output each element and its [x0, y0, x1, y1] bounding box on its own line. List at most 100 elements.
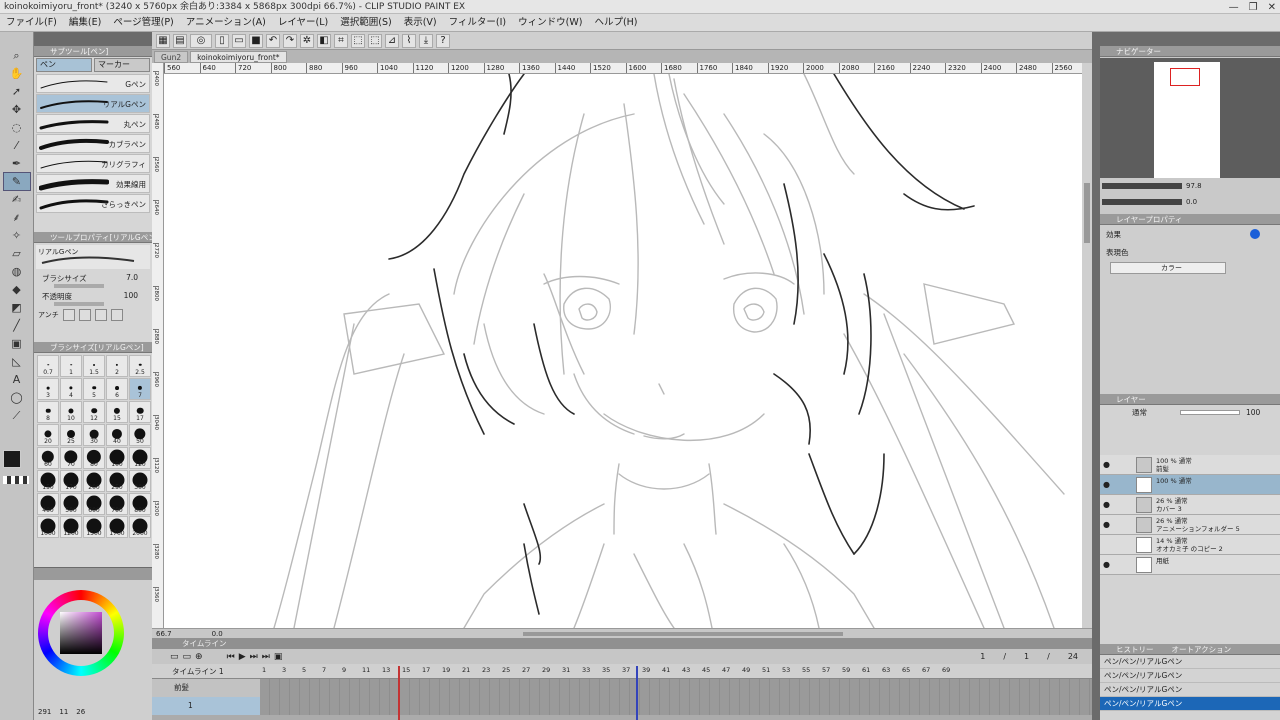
brush-size-cell[interactable]: 200 [83, 470, 105, 492]
brush-size-cell[interactable]: 600 [83, 493, 105, 515]
layer-row[interactable]: ● 100 % 通常 [1100, 475, 1280, 495]
brush-size-cell[interactable]: 2000 [129, 516, 151, 538]
zoom-timeline-icon[interactable]: ⊕ [195, 652, 203, 662]
hand-tool-icon[interactable]: ✋ [4, 65, 30, 82]
history-tab[interactable]: ヒストリー [1116, 644, 1154, 654]
brush-item[interactable]: カブラペン [36, 134, 150, 153]
menu-file[interactable]: ファイル(F) [0, 14, 63, 32]
clear-icon[interactable]: ✲ [300, 33, 314, 48]
navigator-zoom-slider[interactable] [1102, 183, 1182, 189]
operation-tool-icon[interactable]: ➚ [4, 83, 30, 100]
eraser-tool-icon[interactable]: ▱ [4, 245, 30, 262]
new-file-icon[interactable]: ▯ [215, 33, 229, 48]
brush-size-cell[interactable]: 8 [37, 401, 59, 423]
navigator-view-rect[interactable] [1170, 68, 1200, 86]
brush-size-cell[interactable]: 40 [106, 424, 128, 446]
navigator-rotate-slider[interactable] [1102, 199, 1182, 205]
brush-size-cell[interactable]: 500 [60, 493, 82, 515]
tab-pen[interactable]: ペン [36, 58, 92, 72]
pen-tool-icon[interactable]: ✒ [4, 155, 30, 172]
tab-marker[interactable]: マーカー [94, 58, 150, 72]
open-file-icon[interactable]: ▭ [232, 33, 246, 48]
first-frame-icon[interactable]: ⏮ [227, 652, 235, 662]
brush-size-cell[interactable]: 800 [129, 493, 151, 515]
eyedropper-tool-icon[interactable]: ⁄ [4, 137, 30, 154]
fill-icon[interactable]: ◧ [317, 33, 331, 48]
menu-page[interactable]: ページ管理(P) [107, 14, 179, 32]
menu-filter[interactable]: フィルター(I) [443, 14, 513, 32]
brush-item[interactable]: リアルGペン [36, 94, 150, 113]
history-item[interactable]: ペン/ペン/リアルGペン [1100, 655, 1280, 669]
menu-help[interactable]: ヘルプ(H) [588, 14, 643, 32]
play-icon[interactable]: ▶ [239, 652, 246, 662]
brush-size-cell[interactable]: 2.5 [129, 355, 151, 377]
layer-visibility-eye-icon[interactable]: ● [1103, 561, 1112, 569]
brush-size-cell[interactable]: 60 [37, 447, 59, 469]
brush-size-cell[interactable]: 2 [106, 355, 128, 377]
brush-size-cell[interactable]: 1700 [106, 516, 128, 538]
save-icon[interactable]: ■ [249, 33, 263, 48]
brush-size-cell[interactable]: 300 [129, 470, 151, 492]
end-marker[interactable] [636, 666, 638, 720]
history-item[interactable]: ペン/ペン/リアルGペン [1100, 669, 1280, 683]
menu-selection[interactable]: 選択範囲(S) [334, 14, 397, 32]
menu-window[interactable]: ウィンドウ(W) [512, 14, 588, 32]
pencil-tool-icon[interactable]: ✎ [2, 172, 31, 191]
color-swatches[interactable] [3, 450, 29, 484]
timeline-track-row[interactable]: 前髪 [152, 678, 1092, 697]
brush-size-cell[interactable]: 15 [106, 401, 128, 423]
brush-size-cell[interactable]: 17 [129, 401, 151, 423]
effect-color-icon[interactable] [1250, 229, 1260, 239]
blend-tool-icon[interactable]: ◍ [4, 263, 30, 280]
layer-row[interactable]: ● 26 % 通常 カバー 3 [1100, 495, 1280, 515]
clip-studio-icon[interactable]: ◎ [190, 33, 212, 48]
brush-size-cell[interactable]: 25 [60, 424, 82, 446]
brush-size-cell[interactable]: 120 [129, 447, 151, 469]
next-frame-icon[interactable]: ⏭ [250, 652, 258, 662]
brush-size-row[interactable]: ブラシサイズ 7.0 [34, 271, 152, 289]
edit-timeline-icon[interactable]: ▭ [183, 652, 192, 662]
ruler-tool-icon[interactable]: ◺ [4, 353, 30, 370]
canvas-vertical-scrollbar[interactable] [1082, 63, 1092, 628]
grid-icon[interactable]: ▦ [156, 33, 170, 48]
deselect-icon[interactable]: ⬚ [351, 33, 365, 48]
snap-ruler-icon[interactable]: ⊿ [385, 33, 399, 48]
canvas-horizontal-scrollbar[interactable] [522, 631, 843, 636]
brush-size-cell[interactable]: 30 [83, 424, 105, 446]
decoration-tool-icon[interactable]: ✧ [4, 227, 30, 244]
brush-item[interactable]: Gペン [36, 74, 150, 93]
new-timeline-icon[interactable]: ▭ [170, 652, 179, 662]
text-tool-icon[interactable]: A [4, 371, 30, 388]
brush-size-cell[interactable]: 80 [83, 447, 105, 469]
aa-none-button[interactable] [62, 309, 75, 321]
layer-row[interactable]: ● 用紙 [1100, 555, 1280, 575]
menu-animation[interactable]: アニメーション(A) [180, 14, 272, 32]
layer-visibility-eye-icon[interactable]: ● [1103, 481, 1112, 489]
brush-size-cell[interactable]: 20 [37, 424, 59, 446]
brush-size-cell[interactable]: 250 [106, 470, 128, 492]
maximize-button[interactable]: ❐ [1249, 2, 1258, 13]
brush-size-slider[interactable] [54, 284, 104, 288]
close-button[interactable]: ✕ [1268, 2, 1276, 13]
layer-visibility-eye-icon[interactable]: ● [1103, 461, 1112, 469]
frame-tool-icon[interactable]: ▣ [4, 335, 30, 352]
main-color-swatch[interactable] [3, 450, 21, 468]
timeline-track-row[interactable]: 1 [152, 696, 1092, 715]
last-frame-icon[interactable]: ⏭ [262, 652, 270, 662]
brush-size-cell[interactable]: 1 [60, 355, 82, 377]
layer-opacity-slider[interactable] [1180, 409, 1240, 415]
expression-color-select[interactable]: カラー [1110, 262, 1226, 274]
snap-perspective-icon[interactable]: ⤓ [419, 33, 433, 48]
brush-item[interactable]: 効果線用 [36, 174, 150, 193]
gradient-tool-icon[interactable]: ◩ [4, 299, 30, 316]
menu-layer[interactable]: レイヤー(L) [272, 14, 334, 32]
brush-size-cell[interactable]: 10 [60, 401, 82, 423]
blend-mode-select[interactable]: 通常 [1104, 407, 1174, 418]
brush-size-cell[interactable]: 1.5 [83, 355, 105, 377]
brush-size-cell[interactable]: 50 [129, 424, 151, 446]
undo-icon[interactable]: ↶ [266, 33, 280, 48]
opacity-slider[interactable] [54, 302, 104, 306]
brush-size-cell[interactable]: 6 [106, 378, 128, 400]
tab-gun2[interactable]: Gun2 [154, 50, 189, 63]
brush-size-cell[interactable]: 150 [37, 470, 59, 492]
